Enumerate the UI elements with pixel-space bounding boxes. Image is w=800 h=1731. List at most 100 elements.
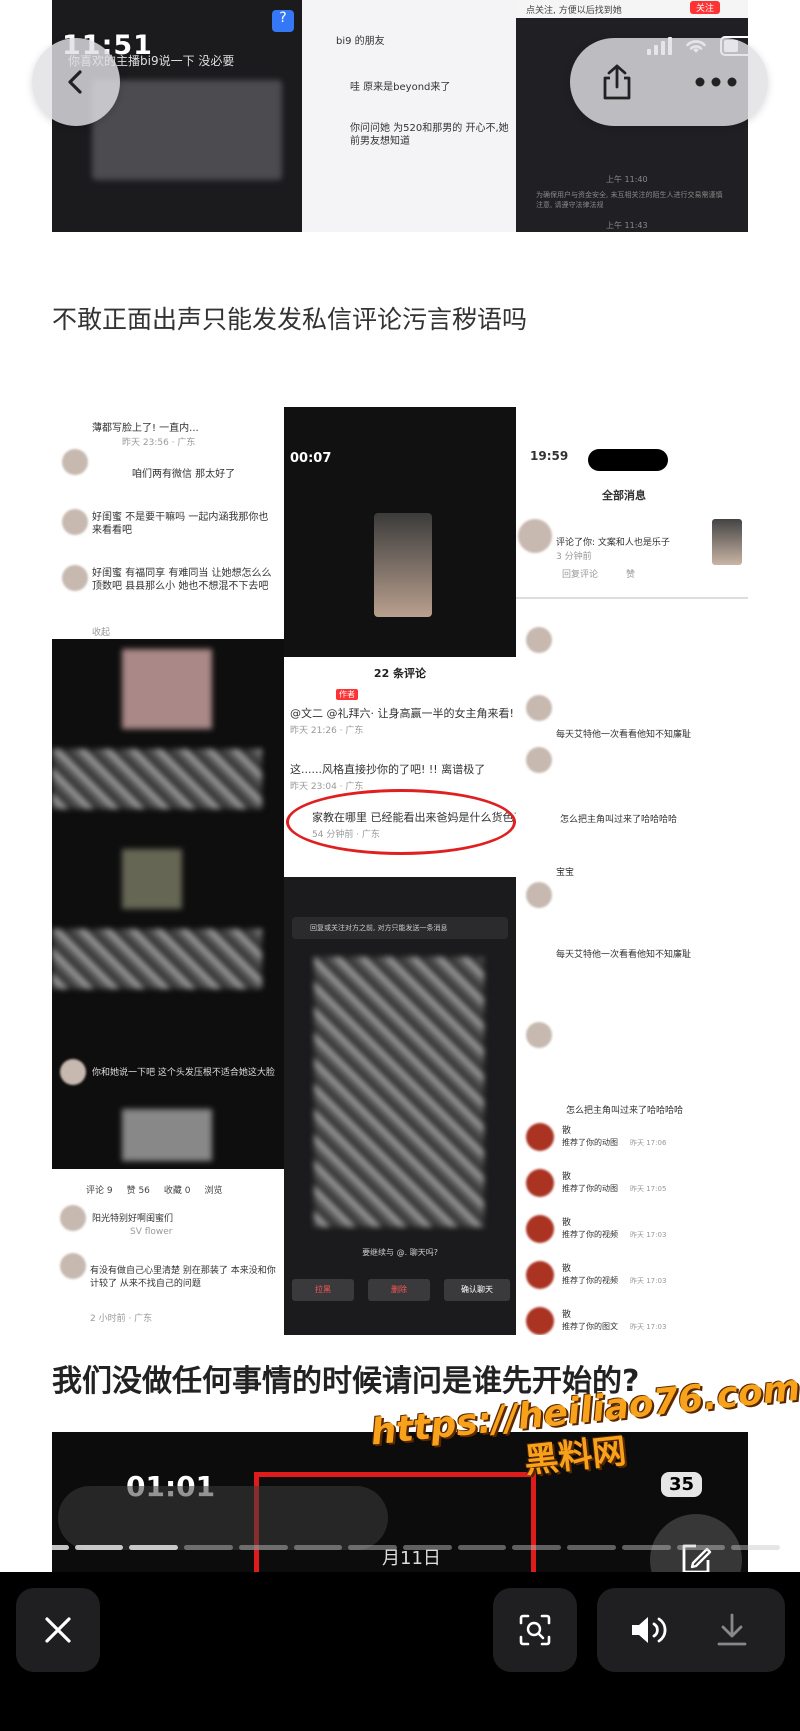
comment-text: 阳光特别好啊闺蜜们 [92,1214,174,1224]
recommend-time: 昨天 17:03 [630,1323,667,1331]
list-item: 散 推荐了你的视频 昨天 17:03 [526,1211,746,1257]
avatar [526,1169,554,1197]
recommend-time: 昨天 17:03 [630,1231,667,1239]
dark-video-panel [52,639,284,1049]
collage-column-middle: 00:07 22 条评论 作者 @文二 @礼拜六· 让身高赢一半的女主角来看! … [284,407,516,1335]
avatar [60,1059,86,1085]
avatar [518,519,552,553]
chat-timestamp: 上午 11:40 [606,175,648,184]
tab-comments: 评论 9 [86,1186,113,1196]
video-battery: 35 [660,1472,702,1497]
user-name: 散 [562,1264,572,1274]
profile-photo [374,513,432,617]
user-name: 散 [562,1126,572,1136]
avatar [526,1022,552,1048]
recommend-list: 散 推荐了你的动图 昨天 17:06 散 推荐了你的动图 昨天 17:05 散 … [526,1119,746,1335]
post-caption: 不敢正面出声只能发发私信评论污言秽语吗 [52,305,528,334]
scan-text-button[interactable] [493,1588,577,1672]
comment-text: 有没有做自己心里清楚 别在那装了 本来没和你计较了 从来不找自己的问题 [90,1266,276,1289]
thumbnail [712,519,742,565]
avatar [526,1261,554,1289]
avatar [526,882,552,908]
comments-title: 22 条评论 [373,667,427,680]
media-controls [597,1588,785,1672]
recommend-text: 推荐了你的视频 [562,1276,618,1285]
story-progress [20,1545,781,1550]
chat-screen: 回复或关注对方之前, 对方只能发送一条消息 要继续与 @. 聊天吗? 拉黑 删除… [284,877,516,1335]
status-time: 00:07 [290,451,332,466]
avatar [526,1215,554,1243]
comment-text: 怎么把主角叫过来了哈哈哈哈 [560,815,678,825]
recommend-text: 推荐了你的动图 [562,1138,618,1147]
comment-tabs: 评论 9 赞 56 收藏 0 浏览 [52,1177,284,1202]
avatar [526,1307,554,1335]
author-tag: 作者 [336,689,358,700]
user-name: 散 [562,1172,572,1182]
reply-comment-link: 回复评论 [562,570,599,580]
confirm-chat-button: 确认聊天 [444,1279,510,1301]
recommend-text: 推荐了你的视频 [562,1230,618,1239]
follow-button: 关注 [689,1,720,14]
recommend-time: 昨天 17:03 [630,1277,667,1285]
tab-saves: 收藏 0 [163,1186,191,1196]
dynamic-island [588,449,668,471]
comment-text: 每天艾特他一次看看他知不知廉耻 [556,730,692,740]
list-item: 散 推荐了你的图文 昨天 17:03 [526,1303,746,1335]
comment-text: 咱们两有微信 那太好了 [132,469,236,480]
chat-warning: 回复或关注对方之前, 对方只能发送一条消息 [292,917,508,939]
notification-meta: 3 分钟前 [556,552,592,562]
comment-text: 好闺蜜 不是要干嘛吗 一起内涵我那你也来看看吧 [92,512,269,536]
panel-comment: bi9 的朋友 [336,36,385,47]
comment-meta: 2 小时前 · 广东 [90,1314,153,1324]
comment-meta: 昨天 23:04 · 广东 [290,782,364,792]
avatar [526,1123,554,1151]
user-name: 散 [562,1310,572,1320]
recommend-time: 昨天 17:05 [630,1185,667,1193]
close-button[interactable] [16,1588,100,1672]
avatar [62,509,88,535]
comment-meta: SV flower [130,1227,173,1237]
avatar [62,449,88,475]
comment-text: 宝宝 [556,868,575,878]
chat-prompt: 要继续与 @. 聊天吗? [362,1248,438,1257]
speaker-icon[interactable] [629,1613,669,1647]
red-circle-annotation [286,789,516,855]
avatar [60,1253,86,1279]
more-icon[interactable] [694,76,738,88]
scan-text-icon [519,1614,551,1646]
toolbar-pill [58,1486,388,1550]
comment-text: 这......风格直接抄你的了吧! !! 离谱极了 [290,763,486,776]
comment-card: 评论 9 赞 56 收藏 0 浏览 阳光特别好啊闺蜜们 SV flower 有没… [52,1177,284,1335]
list-item: 散 推荐了你的动图 昨天 17:05 [526,1165,746,1211]
comments-sheet: 22 条评论 作者 @文二 @礼拜六· 让身高赢一半的女主角来看! 昨天 21:… [284,657,516,877]
tab-views: 浏览 [204,1186,223,1196]
chevron-left-icon [68,70,82,94]
comment-meta: 昨天 21:26 · 广东 [290,726,364,736]
comment-text: 每天艾特他一次看看他知不知廉耻 [556,950,692,960]
top-actions-pill [570,38,768,126]
comment-text: 薄都写脸上了! 一直内... [92,423,199,434]
close-icon [45,1617,71,1643]
list-item: 散 推荐了你的动图 昨天 17:06 [526,1119,746,1165]
list-item: 散 推荐了你的视频 昨天 17:03 [526,1257,746,1303]
comment-text: 怎么把主角叫过来了哈哈哈哈 [566,1106,684,1116]
recommend-time: 昨天 17:06 [630,1139,667,1147]
recommend-text: 推荐了你的图文 [562,1322,618,1331]
download-icon[interactable] [715,1612,749,1648]
panel-comment: 你问问她 为520和那男的 开心不,她前男友想知道 [350,123,509,147]
comment-meta: 昨天 23:56 · 广东 [122,438,196,448]
screenshot-collage: 薄都写脸上了! 一直内... 昨天 23:56 · 广东 咱们两有微信 那太好了… [52,407,748,1335]
user-name: 散 [562,1218,572,1228]
avatar [526,695,552,721]
avatar [62,565,88,591]
collapse-link: 收起 [92,628,111,638]
messages-header: 全部消息 [602,489,646,502]
comment-text: 好闺蜜 有福同享 有难同当 让她想怎么么顶数吧 县县那么小 她也不想混不下去吧 [92,568,272,592]
bottom-toolbar [0,1572,800,1731]
tab-likes: 赞 56 [126,1186,150,1196]
chat-timestamp: 上午 11:43 [606,221,648,230]
share-icon[interactable] [600,63,634,101]
notification-text: 评论了你: 文案和人也是乐子 [556,538,670,548]
back-button[interactable] [32,38,120,126]
like-link: 赞 [626,570,636,580]
